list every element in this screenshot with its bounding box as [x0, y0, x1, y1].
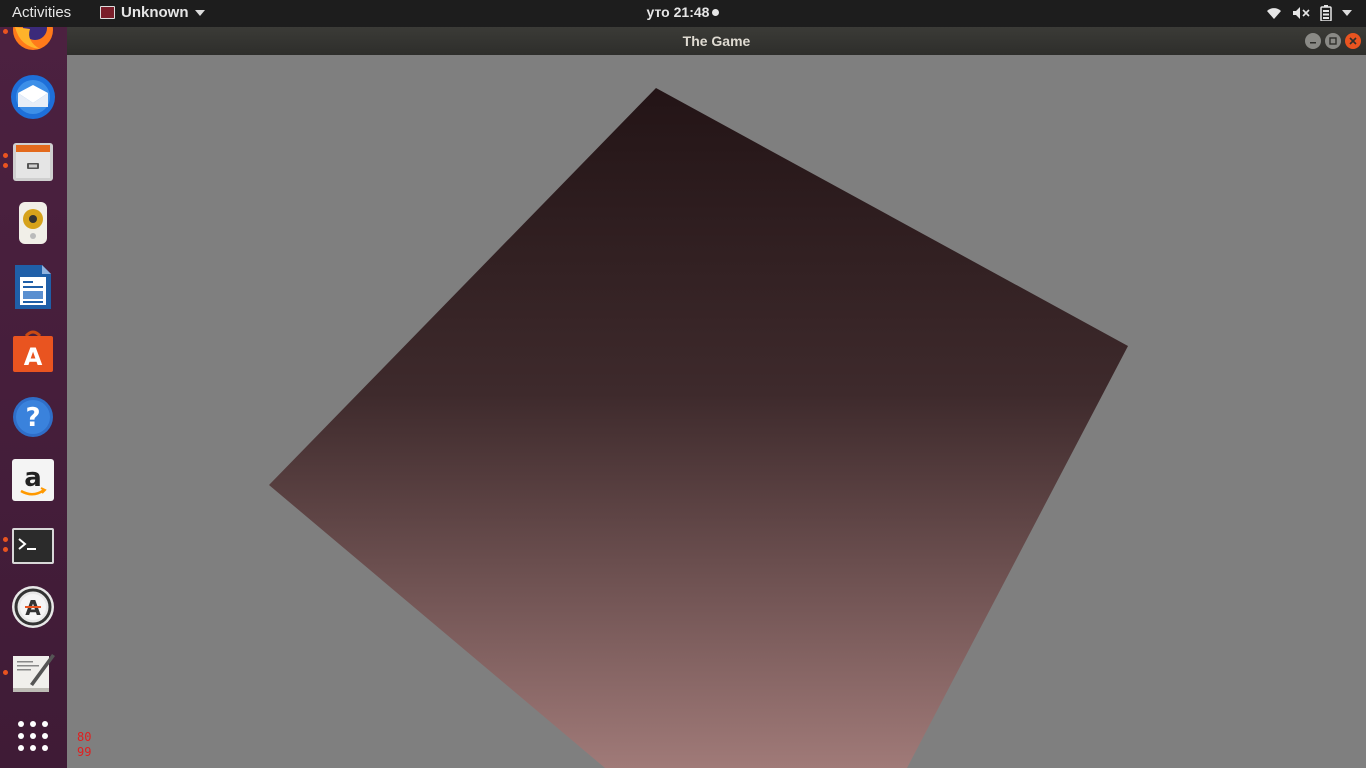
show-applications-button[interactable] [8, 711, 58, 761]
dock-item-ubuntu-software[interactable]: A [8, 326, 58, 376]
dock-item-text-editor[interactable] [8, 648, 58, 698]
running-indicator [3, 547, 8, 552]
dock-item-libreoffice-writer[interactable] [8, 262, 58, 312]
wifi-icon [1267, 8, 1281, 19]
running-indicator [3, 670, 8, 675]
minimize-button[interactable] [1305, 33, 1321, 49]
dock: A ? a A [0, 27, 67, 768]
dock-item-thunderbird[interactable] [8, 72, 58, 122]
running-indicator [3, 163, 8, 168]
minimize-icon [1310, 42, 1316, 44]
battery-icon [1320, 5, 1332, 21]
volume-muted-icon [1293, 7, 1310, 19]
dock-item-files[interactable] [8, 136, 58, 186]
svg-text:a: a [24, 463, 42, 493]
dock-item-software-updater[interactable]: A [8, 582, 58, 632]
files-icon [13, 143, 53, 181]
debug-overlay: 80 99 [77, 730, 91, 760]
overlay-value-2: 99 [77, 745, 92, 759]
help-icon: ? [13, 397, 53, 437]
maximize-button[interactable] [1325, 33, 1341, 49]
game-viewport[interactable]: 80 99 [67, 55, 1366, 768]
close-icon [1349, 37, 1357, 45]
ubuntu-software-icon: A [13, 330, 53, 372]
rhythmbox-icon [19, 202, 47, 244]
app-grid-icon [18, 721, 48, 751]
libreoffice-writer-icon [15, 265, 51, 309]
top-bar: Activities Unknown уто 21:48 [0, 0, 1366, 27]
dock-item-firefox[interactable] [8, 27, 58, 55]
clock-text: уто 21:48 [646, 4, 710, 20]
dock-item-terminal[interactable] [8, 521, 58, 571]
maximize-icon [1329, 37, 1337, 45]
system-tray[interactable] [1266, 5, 1352, 21]
dock-item-rhythmbox[interactable] [8, 198, 58, 248]
running-indicator [3, 153, 8, 158]
overlay-value-1: 80 [77, 730, 92, 744]
system-menu-chevron-icon [1342, 10, 1352, 16]
svg-text:?: ? [25, 403, 40, 433]
running-indicator [3, 29, 8, 34]
svg-text:A: A [24, 343, 43, 371]
firefox-icon [13, 27, 53, 50]
text-editor-icon [13, 654, 55, 692]
close-button[interactable] [1345, 33, 1361, 49]
rendered-quad [269, 88, 1128, 768]
amazon-icon: a [12, 459, 54, 501]
window-title: The Game [682, 33, 751, 49]
software-updater-icon: A [12, 586, 54, 628]
dock-item-help[interactable]: ? [8, 392, 58, 442]
notification-dot-icon [712, 9, 720, 16]
thunderbird-icon [11, 75, 55, 119]
dock-item-amazon[interactable]: a [8, 455, 58, 505]
running-indicator [3, 537, 8, 542]
clock[interactable]: уто 21:48 [0, 4, 1366, 20]
window-titlebar[interactable]: The Game [67, 27, 1366, 55]
terminal-icon [12, 528, 54, 564]
